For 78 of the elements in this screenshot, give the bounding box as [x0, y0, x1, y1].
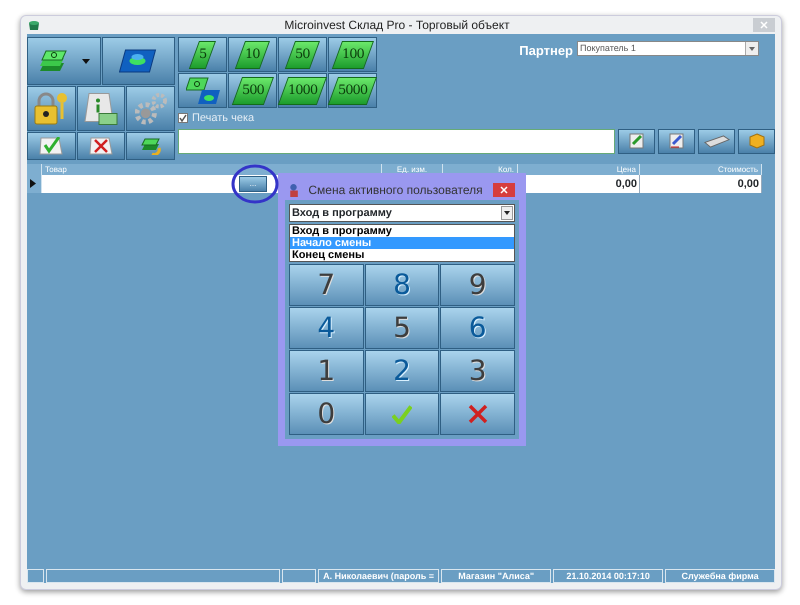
money-return-button[interactable]: [126, 132, 175, 160]
cross-icon: [468, 404, 488, 424]
keypad-key[interactable]: 5: [364, 307, 440, 349]
banknote-button[interactable]: 10: [228, 37, 277, 72]
lock-button[interactable]: [27, 86, 76, 131]
keypad-key[interactable]: 0: [289, 393, 364, 435]
cancel-button[interactable]: [440, 393, 515, 435]
gears-icon: [134, 92, 167, 124]
scanner-button[interactable]: [698, 128, 735, 154]
status-panel: А. Николаевич (пароль =: [318, 569, 440, 583]
document-cross-icon: [88, 137, 113, 155]
status-panel: 21.10.2014 00:17:10: [553, 569, 664, 583]
cash-payment-button[interactable]: [27, 37, 100, 85]
info-tag-button[interactable]: [76, 86, 126, 131]
banknote-button[interactable]: 5000: [328, 73, 377, 108]
keypad-key[interactable]: 4: [289, 307, 364, 349]
keypad-key[interactable]: 9: [440, 264, 515, 306]
settings-button[interactable]: [126, 86, 175, 131]
window-title: Microinvest Склад Pro - Торговый объект: [283, 17, 511, 34]
box-icon: [748, 133, 764, 149]
banknote-button[interactable]: 1000: [278, 73, 327, 108]
caret-icon: [749, 46, 755, 50]
cancel-document-button[interactable]: [76, 132, 126, 160]
partner-dropdown[interactable]: Покупатель 1: [577, 41, 759, 56]
column-header: Цена: [518, 164, 640, 175]
dropdown-option[interactable]: Конец смены: [290, 249, 514, 261]
browse-button[interactable]: ...: [239, 176, 267, 192]
dialog-title: Смена активного пользователя: [307, 182, 484, 199]
keypad-key[interactable]: 3: [440, 350, 515, 392]
status-panel: [282, 569, 316, 583]
dropdown-option[interactable]: Вход в программу: [290, 225, 514, 237]
box-button[interactable]: [738, 128, 775, 154]
card-cash-button[interactable]: [178, 73, 227, 108]
app-icon: [27, 19, 41, 31]
dropdown-option[interactable]: Начало смены: [290, 237, 514, 249]
annotation-circle: [232, 164, 278, 204]
status-panel: Служебна фирма: [665, 569, 776, 583]
banknote-button[interactable]: 50: [278, 37, 327, 72]
keypad-key[interactable]: 2: [364, 350, 440, 392]
check-icon: [179, 114, 187, 122]
column-header: Стоимость: [640, 164, 762, 175]
confirm-document-button[interactable]: [27, 132, 76, 160]
check-icon: [392, 404, 412, 424]
document-pen-icon: [669, 133, 684, 149]
barcode-input-field[interactable]: [178, 128, 615, 154]
card-payment-button[interactable]: [102, 37, 175, 85]
keypad-key[interactable]: 8: [364, 264, 440, 306]
card-icon: [119, 49, 158, 73]
caret-icon: [504, 211, 510, 215]
status-panel: Магазин "Алиса": [441, 569, 552, 583]
banknote-button[interactable]: 100: [328, 37, 377, 72]
edit-document-button[interactable]: [618, 128, 655, 154]
keypad-key[interactable]: 7: [289, 264, 364, 306]
close-button[interactable]: [493, 183, 515, 197]
keypad-key[interactable]: 1: [289, 350, 364, 392]
caret-icon: [82, 58, 90, 64]
money-card-icon: [186, 76, 220, 104]
document-pen-icon: [629, 133, 644, 149]
close-icon: [760, 21, 768, 29]
mode-dropdown[interactable]: Вход в программу: [289, 204, 515, 222]
banknote-button[interactable]: 5: [178, 37, 227, 72]
row-pointer-icon: [30, 179, 36, 188]
keypad-key[interactable]: 6: [440, 307, 515, 349]
close-icon: [500, 186, 508, 194]
table-cell: 0,00: [640, 175, 762, 193]
status-panel: [27, 569, 44, 583]
scanner-icon: [702, 134, 730, 148]
users-icon: [289, 184, 298, 196]
info-tag-icon: [84, 92, 118, 126]
partner-label: Партнер: [519, 42, 573, 60]
column-header: Товар: [42, 164, 382, 175]
document-check-icon: [39, 137, 64, 155]
banknote-button[interactable]: 500: [228, 73, 277, 108]
document-pen-button[interactable]: [658, 128, 695, 154]
lock-key-icon: [33, 92, 70, 126]
money-stack-icon: [38, 49, 68, 73]
money-return-icon: [140, 137, 161, 155]
ok-button[interactable]: [364, 393, 440, 435]
